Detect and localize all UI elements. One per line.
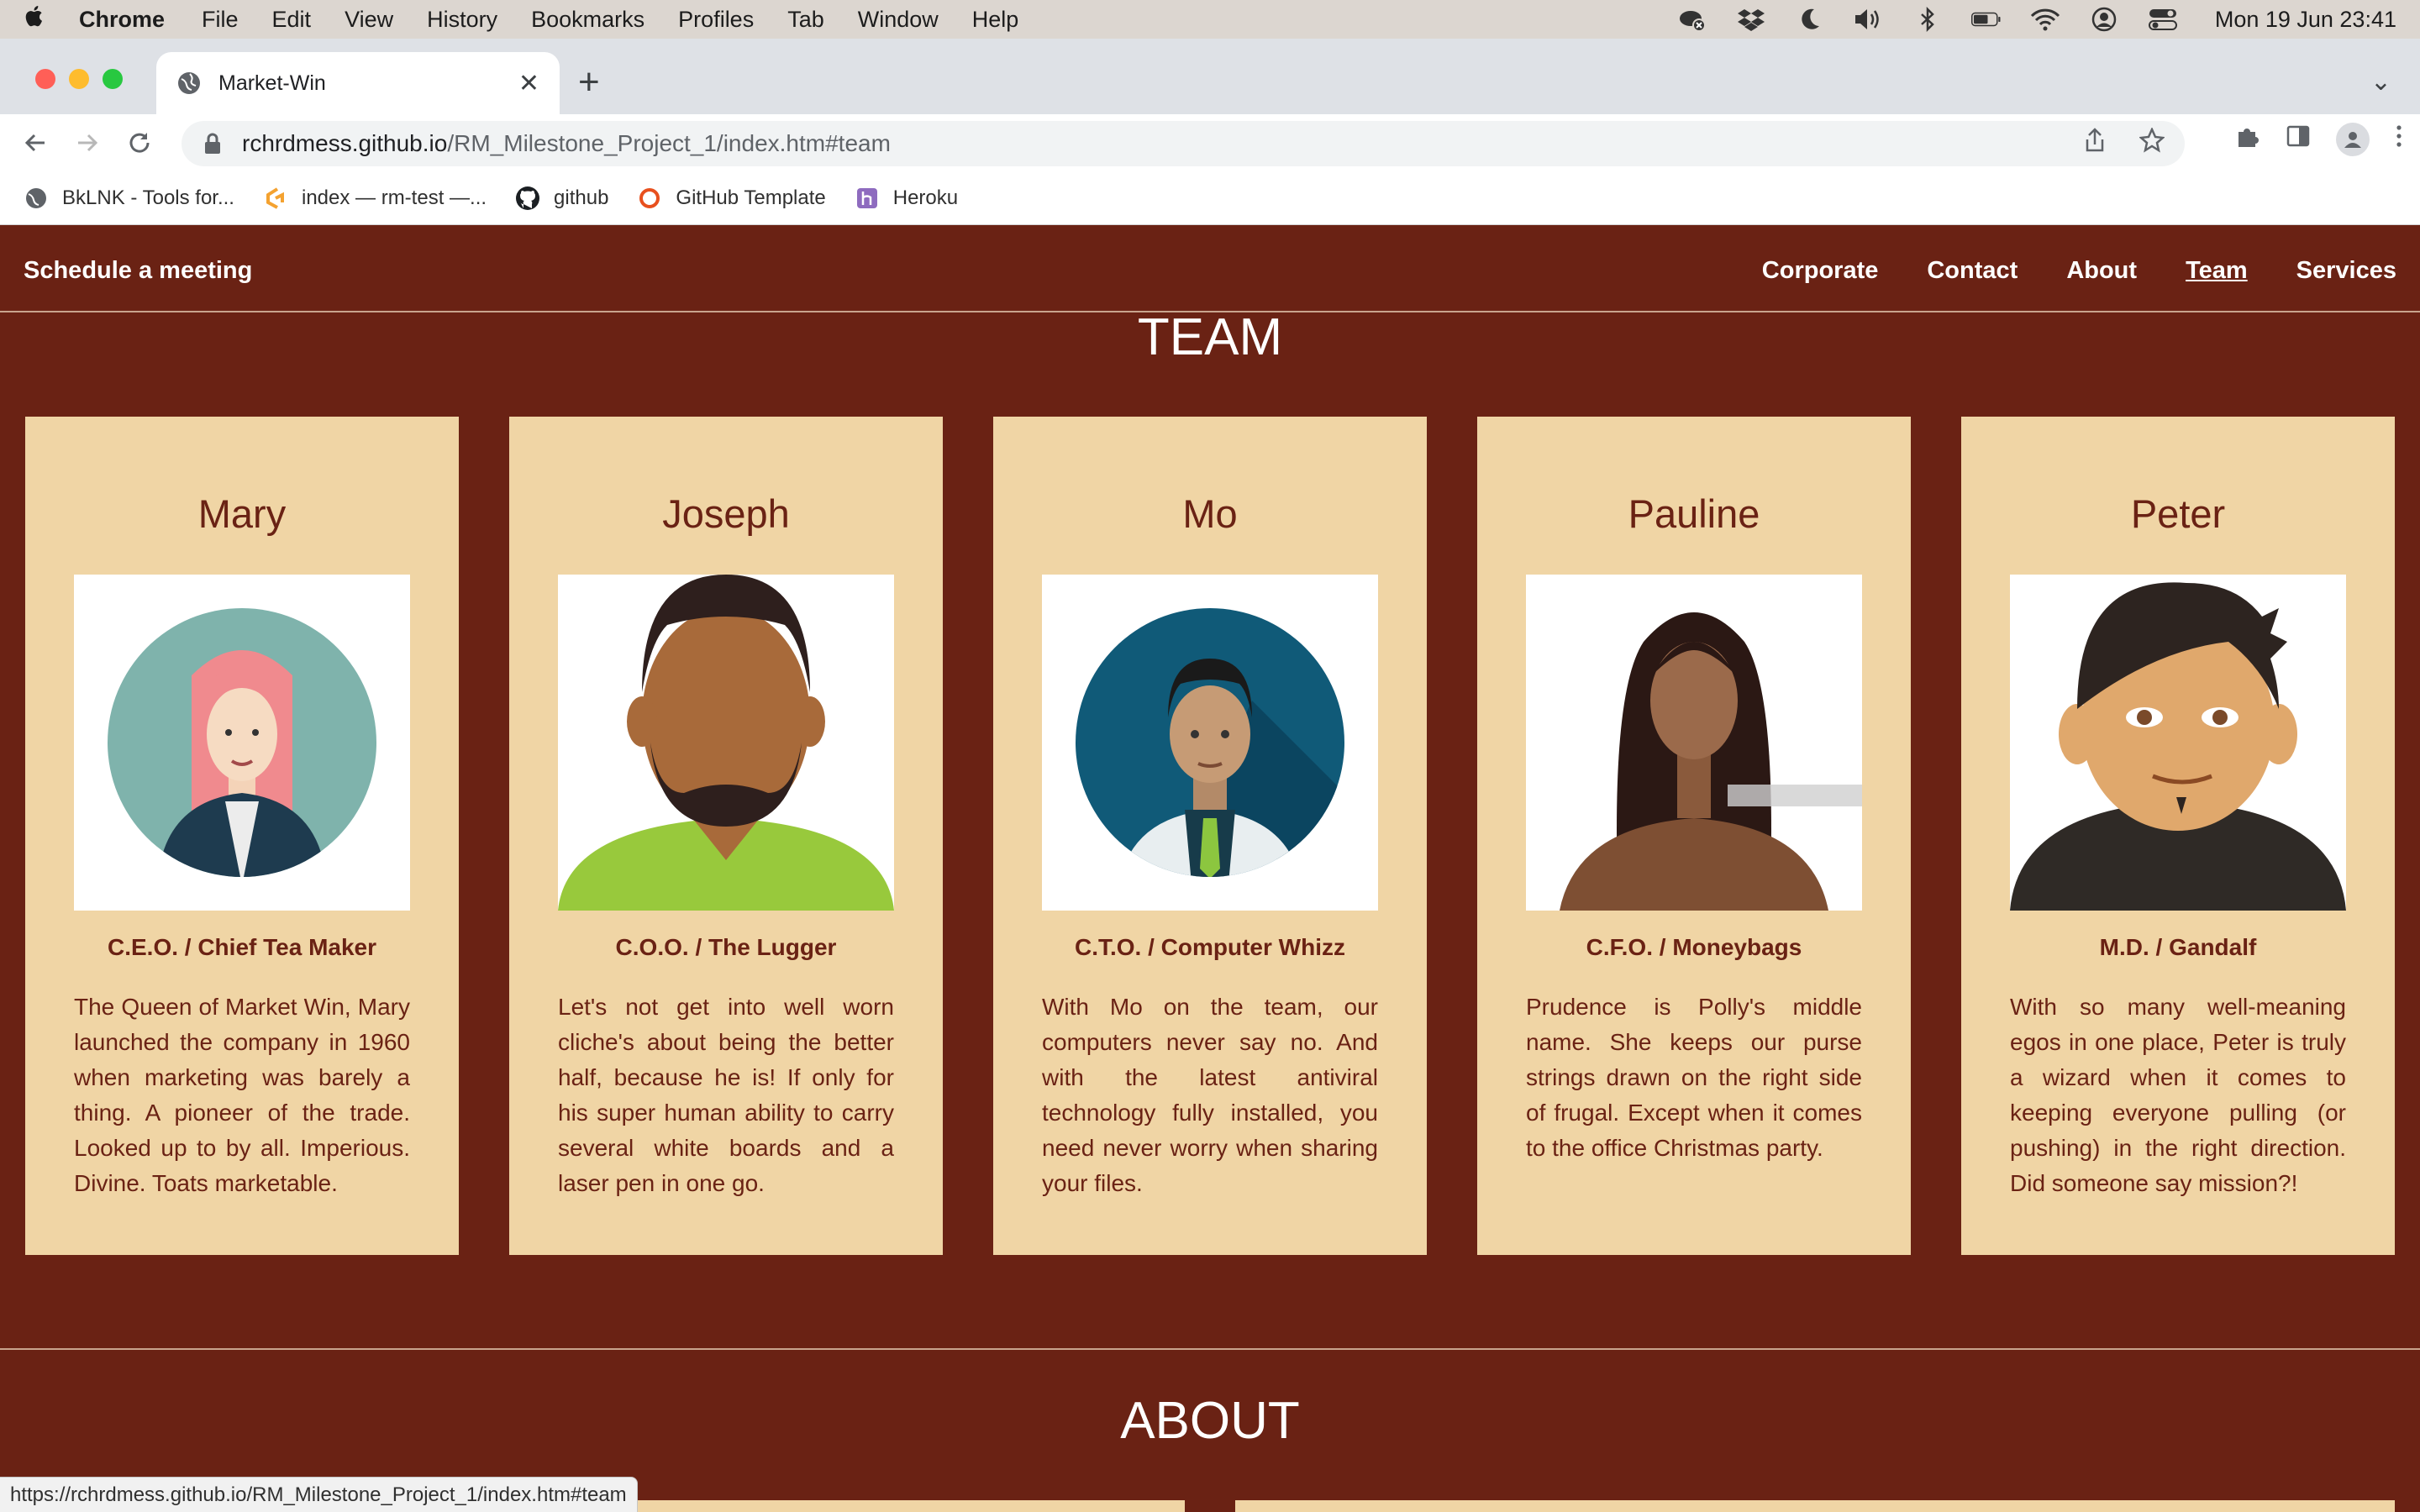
team-section-title: TEAM <box>1137 308 1283 366</box>
nav-contact[interactable]: Contact <box>1927 257 2018 285</box>
extensions-puzzle-icon[interactable] <box>2235 123 2260 155</box>
menu-history[interactable]: History <box>427 7 497 33</box>
member-bio: Prudence is Polly's middle name. She kee… <box>1526 994 1862 1161</box>
url-path: /RM_Milestone_Project_1/index.htm#team <box>447 130 891 156</box>
member-name: Joseph <box>662 491 790 536</box>
window-close-button[interactable] <box>35 69 55 89</box>
member-role: C.T.O. / Computer Whizz <box>1075 934 1345 960</box>
nav-team[interactable]: Team <box>2186 257 2248 285</box>
section-divider <box>0 1348 2420 1350</box>
menu-help[interactable]: Help <box>972 7 1019 33</box>
url-host: rchrdmess.github.io <box>242 130 448 156</box>
menu-file[interactable]: File <box>202 7 239 33</box>
avatar-pauline <box>1526 575 1862 911</box>
schedule-meeting-link[interactable]: Schedule a meeting <box>24 257 252 285</box>
menu-tab[interactable]: Tab <box>787 7 824 33</box>
side-panel-icon[interactable] <box>2286 123 2311 155</box>
creative-cloud-icon[interactable] <box>1677 7 1707 32</box>
menu-profiles[interactable]: Profiles <box>678 7 754 33</box>
window-fullscreen-button[interactable] <box>103 69 123 89</box>
menu-edit[interactable]: Edit <box>272 7 312 33</box>
browser-toolbar: rchrdmess.github.io/RM_Milestone_Project… <box>0 114 2420 171</box>
profile-avatar-icon[interactable] <box>2336 123 2370 156</box>
tab-search-chevron-icon[interactable]: ⌄ <box>2370 67 2391 97</box>
globe-icon <box>24 186 49 211</box>
wifi-icon[interactable] <box>2030 7 2060 32</box>
user-account-icon[interactable] <box>2089 7 2119 32</box>
back-arrow-icon[interactable] <box>18 126 52 160</box>
member-role: C.E.O. / Chief Tea Maker <box>107 934 377 960</box>
member-bio: With so many well-meaning egos in one pl… <box>2010 994 2346 1196</box>
forward-arrow-icon[interactable] <box>71 126 104 160</box>
bookmark-github[interactable]: github <box>515 186 608 211</box>
avatar-mo <box>1042 575 1378 911</box>
menubar-clock[interactable]: Mon 19 Jun 23:41 <box>2215 7 2396 33</box>
bookmark-star-icon[interactable] <box>2139 126 2165 160</box>
bookmark-heroku[interactable]: Heroku <box>855 186 958 211</box>
avatar-peter <box>2010 575 2346 911</box>
member-bio: With Mo on the team, our computers never… <box>1042 994 1378 1196</box>
bookmark-github-template[interactable]: GitHub Template <box>637 186 826 211</box>
nav-about[interactable]: About <box>2066 257 2137 285</box>
battery-icon[interactable] <box>1970 7 2002 32</box>
control-center-icon[interactable] <box>2148 7 2178 32</box>
team-card-peter: Peter M.D. / Gandalf With so many well-m… <box>1961 417 2395 1255</box>
web-page: Schedule a meeting Corporate Contact Abo… <box>0 225 2420 1512</box>
globe-icon <box>176 71 202 96</box>
menu-view[interactable]: View <box>345 7 393 33</box>
macos-menu-bar: Chrome File Edit View History Bookmarks … <box>0 0 2420 39</box>
member-name: Mo <box>1182 491 1238 536</box>
team-card-joseph: Joseph C.O.O. / The Lugger Let's not get… <box>509 417 943 1255</box>
new-tab-button[interactable]: + <box>578 64 600 101</box>
team-cards: Mary C.E.O. / Chief Tea Maker The Queen … <box>25 417 2395 1255</box>
team-card-mo: Mo C.T.O. / Computer Whizz With Mo on th… <box>993 417 1427 1255</box>
bookmark-bklnk[interactable]: BkLNK - Tools for... <box>24 186 234 211</box>
member-bio: The Queen of Market Win, Mary launched t… <box>74 994 410 1196</box>
window-minimize-button[interactable] <box>69 69 89 89</box>
do-not-disturb-moon-icon[interactable] <box>1795 7 1825 32</box>
member-bio: Let's not get into well worn cliche's ab… <box>558 994 894 1196</box>
team-card-pauline: Pauline C.F.O. / Moneybags Prudence is P… <box>1477 417 1911 1255</box>
bookmarks-bar: BkLNK - Tools for... index — rm-test —..… <box>0 171 2420 225</box>
browser-menu-kebab-icon[interactable] <box>2395 123 2403 155</box>
nav-corporate[interactable]: Corporate <box>1762 257 1879 285</box>
heroku-logo-icon <box>855 186 880 211</box>
member-name: Peter <box>2130 491 2226 536</box>
about-section-title: ABOUT <box>1120 1392 1300 1450</box>
gitpod-logo-icon <box>263 186 288 211</box>
address-bar[interactable]: rchrdmess.github.io/RM_Milestone_Project… <box>182 121 2185 166</box>
site-header: Schedule a meeting Corporate Contact Abo… <box>0 225 2420 312</box>
share-icon[interactable] <box>2084 128 2106 160</box>
browser-tab-strip: Market-Win ✕ + ⌄ <box>0 39 2420 114</box>
menu-bookmarks[interactable]: Bookmarks <box>531 7 644 33</box>
link-status-bar: https://rchrdmess.github.io/RM_Milestone… <box>0 1477 638 1512</box>
tab-close-icon[interactable]: ✕ <box>518 69 539 98</box>
team-card-mary: Mary C.E.O. / Chief Tea Maker The Queen … <box>25 417 459 1255</box>
member-name: Mary <box>197 491 287 536</box>
menu-app-name[interactable]: Chrome <box>79 7 165 33</box>
site-nav: Corporate Contact About Team Services <box>1762 257 2396 285</box>
template-ring-icon <box>637 186 662 211</box>
bluetooth-icon[interactable] <box>1912 7 1943 32</box>
apple-menu-icon[interactable] <box>24 3 62 35</box>
avatar-joseph <box>558 575 894 911</box>
tab-title: Market-Win <box>218 71 326 95</box>
volume-icon[interactable] <box>1854 7 1884 32</box>
bookmark-index-rm-test[interactable]: index — rm-test —... <box>263 186 487 211</box>
member-role: C.F.O. / Moneybags <box>1586 934 1802 960</box>
member-role: M.D. / Gandalf <box>2099 934 2257 960</box>
avatar-mary <box>74 575 410 911</box>
member-role: C.O.O. / The Lugger <box>615 934 837 960</box>
browser-tab-active[interactable]: Market-Win ✕ <box>156 52 560 114</box>
lock-icon[interactable] <box>203 132 222 155</box>
menu-window[interactable]: Window <box>858 7 939 33</box>
about-box-right <box>1235 1500 2395 1512</box>
nav-services[interactable]: Services <box>2296 257 2396 285</box>
reload-icon[interactable] <box>123 126 156 160</box>
github-logo-icon <box>515 186 540 211</box>
dropbox-icon[interactable] <box>1736 7 1766 32</box>
member-name: Pauline <box>1628 491 1760 536</box>
